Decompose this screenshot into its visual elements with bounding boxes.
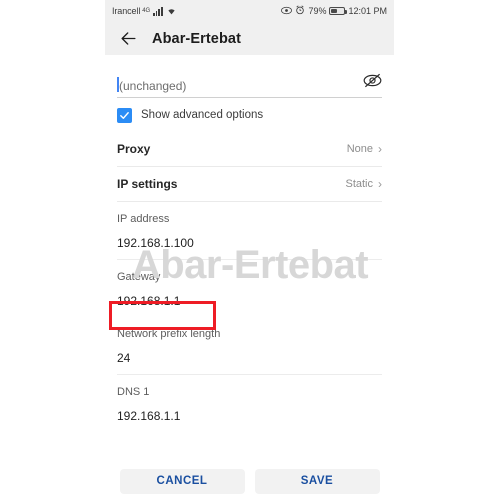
proxy-value: None xyxy=(346,143,373,155)
eye-icon xyxy=(281,2,293,20)
chevron-right-icon: › xyxy=(378,142,382,156)
field-gateway[interactable]: Gateway 192.168.1.1 xyxy=(117,260,382,317)
settings-row-proxy[interactable]: Proxy None › xyxy=(117,132,382,167)
back-arrow-icon[interactable] xyxy=(117,28,139,50)
network-prefix-length-input[interactable]: 24 xyxy=(117,351,382,375)
clock-label: 12:01 PM xyxy=(348,6,387,16)
field-dns-1[interactable]: DNS 1 192.168.1.1 xyxy=(117,375,382,432)
show-advanced-options-label: Show advanced options xyxy=(141,109,264,121)
battery-icon xyxy=(329,7,347,15)
cancel-button[interactable]: CANCEL xyxy=(119,468,245,494)
app-bar: Abar-Ertebat xyxy=(105,22,394,55)
alarm-clock-icon xyxy=(295,2,305,20)
chevron-right-icon: › xyxy=(378,177,382,191)
ip-address-label: IP address xyxy=(117,213,170,225)
field-ip-address[interactable]: IP address 192.168.1.100 xyxy=(117,202,382,260)
password-field-row[interactable]: (unchanged) xyxy=(117,55,382,98)
ip-settings-value: Static xyxy=(345,178,373,190)
checkmark-icon xyxy=(120,111,129,119)
ip-address-input[interactable]: 192.168.1.100 xyxy=(117,236,382,260)
ip-settings-value-group: Static › xyxy=(345,178,382,190)
network-type-label: 4G xyxy=(142,8,151,14)
phone-viewport: Irancell 4G 79% 12:01 PM Abar-Ertebat (u… xyxy=(105,0,394,500)
wifi-icon xyxy=(166,2,177,20)
password-input-value: (unchanged) xyxy=(119,79,187,93)
save-button[interactable]: SAVE xyxy=(254,468,380,494)
carrier-label: Irancell xyxy=(112,6,141,16)
dns-1-input[interactable]: 192.168.1.1 xyxy=(117,409,382,432)
gateway-label: Gateway xyxy=(117,271,161,283)
screenshot-canvas: Irancell 4G 79% 12:01 PM Abar-Ertebat (u… xyxy=(0,0,500,500)
eye-off-icon[interactable] xyxy=(363,73,382,93)
show-advanced-options-row[interactable]: Show advanced options xyxy=(117,98,382,132)
field-network-prefix-length[interactable]: Network prefix length 24 xyxy=(117,317,382,375)
text-caret xyxy=(117,77,119,92)
signal-bars-icon xyxy=(153,6,163,16)
action-button-bar: CANCEL SAVE xyxy=(105,462,394,500)
proxy-label: Proxy xyxy=(117,142,151,156)
show-advanced-options-checkbox[interactable] xyxy=(117,107,132,123)
battery-percent-label: 79% xyxy=(308,6,327,16)
network-prefix-length-label: Network prefix length xyxy=(117,328,221,340)
settings-row-ip-settings[interactable]: IP settings Static › xyxy=(117,167,382,202)
status-bar-left: Irancell 4G xyxy=(112,2,177,20)
proxy-value-group: None › xyxy=(347,143,382,155)
page-title: Abar-Ertebat xyxy=(152,30,242,47)
gateway-input[interactable]: 192.168.1.1 xyxy=(117,294,382,317)
status-bar-right: 79% 12:01 PM xyxy=(281,2,387,20)
ip-settings-label: IP settings xyxy=(117,177,178,191)
dns-1-label: DNS 1 xyxy=(117,386,150,398)
password-input[interactable]: (unchanged) xyxy=(117,77,187,93)
status-bar: Irancell 4G 79% 12:01 PM xyxy=(105,0,394,22)
settings-content: (unchanged) Show advanced options Proxy … xyxy=(105,55,394,432)
